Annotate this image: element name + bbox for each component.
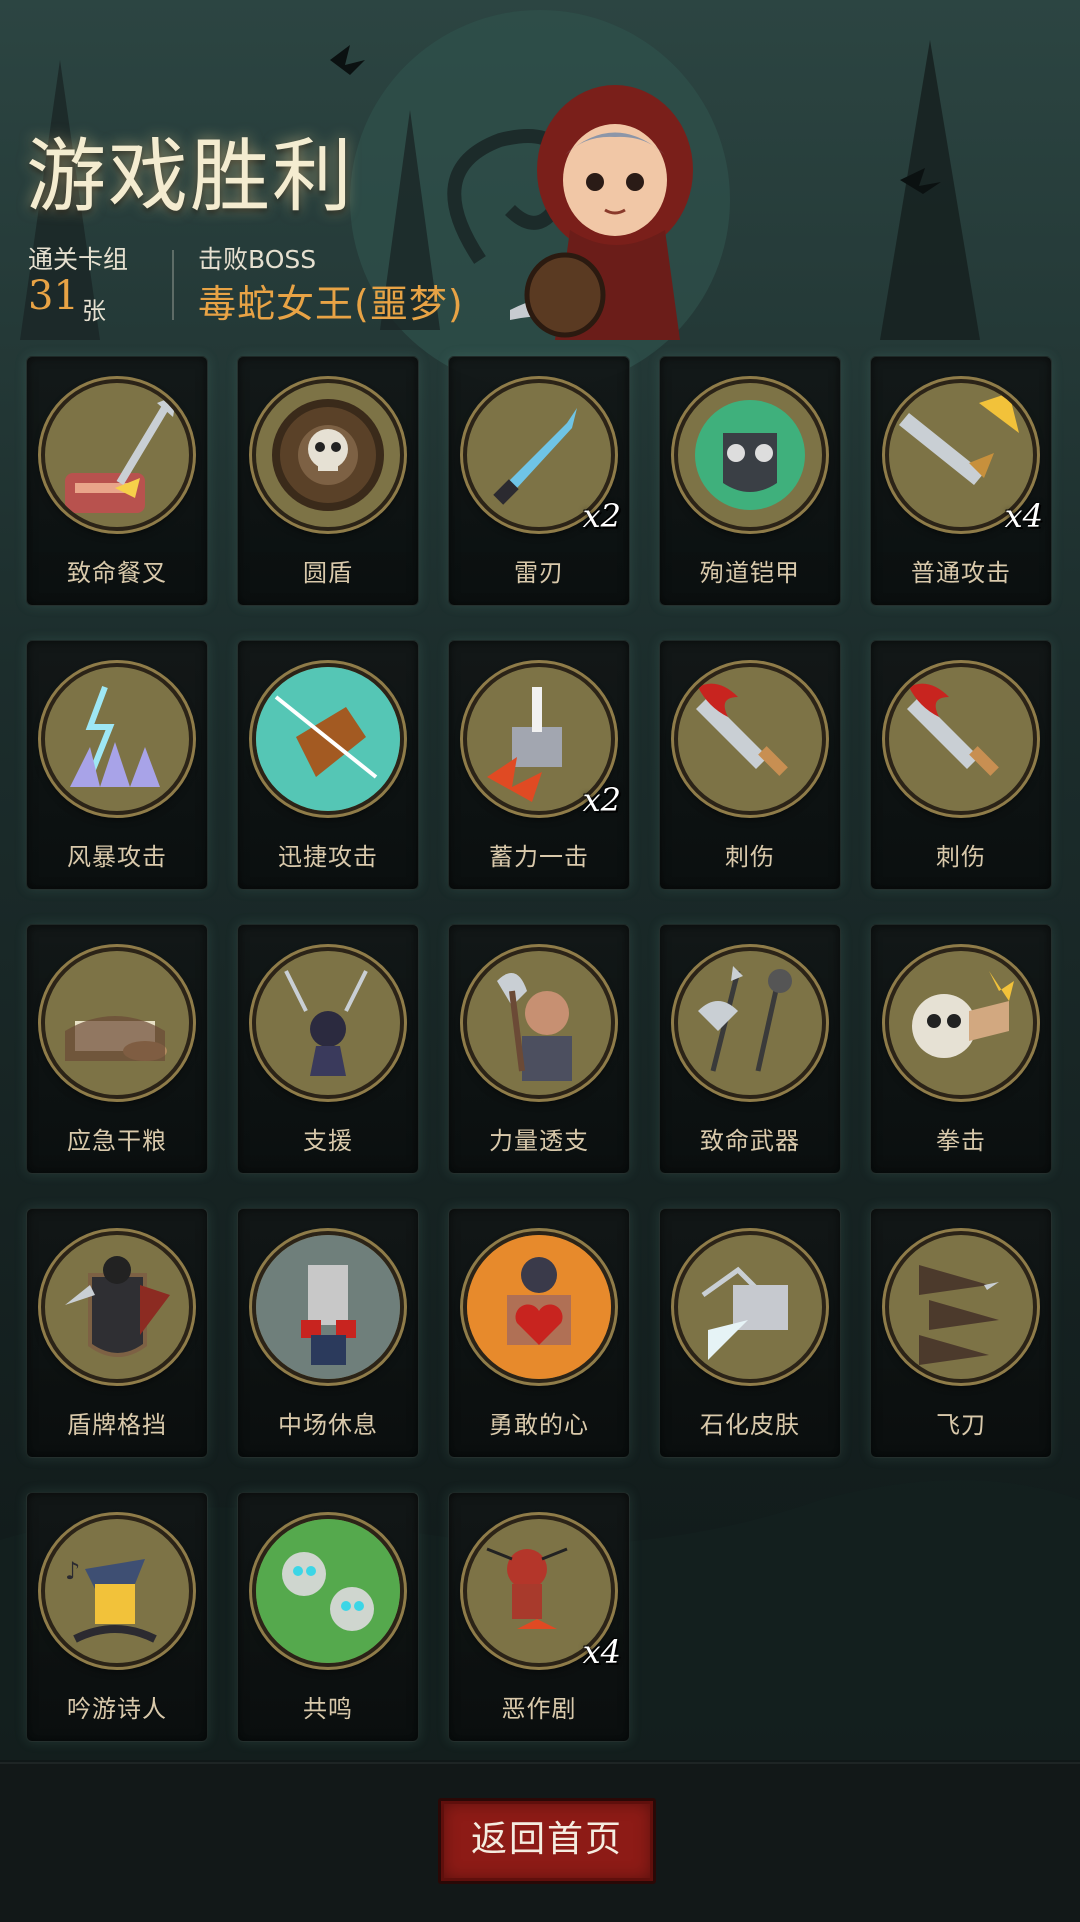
deck-card[interactable]: 共鸣 bbox=[237, 1492, 419, 1742]
storm-icon bbox=[41, 663, 193, 815]
round-shield-icon bbox=[252, 379, 404, 531]
card-name: 蓄力一击 bbox=[489, 843, 589, 871]
hero-character-illustration bbox=[510, 85, 693, 340]
deck-card[interactable]: x2 雷刃 bbox=[448, 356, 630, 606]
fork-icon bbox=[41, 379, 193, 531]
stat-divider bbox=[172, 250, 174, 320]
support-icon bbox=[252, 947, 404, 1099]
card-name: 刺伤 bbox=[936, 843, 986, 871]
card-name: 圆盾 bbox=[303, 559, 353, 587]
card-name: 力量透支 bbox=[489, 1127, 589, 1155]
deck-card[interactable]: 拳击 bbox=[870, 924, 1052, 1174]
martyr-armor-icon bbox=[674, 379, 826, 531]
brave-heart-icon bbox=[463, 1231, 615, 1383]
deck-unit: 张 bbox=[82, 297, 106, 325]
svg-text:♪: ♪ bbox=[65, 1557, 80, 1585]
deck-card[interactable]: 支援 bbox=[237, 924, 419, 1174]
card-name: 中场休息 bbox=[278, 1411, 378, 1439]
deck-card[interactable]: 致命武器 bbox=[659, 924, 841, 1174]
deck-card[interactable]: 应急干粮 bbox=[26, 924, 208, 1174]
card-name: 致命餐叉 bbox=[67, 559, 167, 587]
card-name: 吟游诗人 bbox=[67, 1695, 167, 1723]
deck-card[interactable]: 刺伤 bbox=[659, 640, 841, 890]
deck-card[interactable]: x4 恶作剧 bbox=[448, 1492, 630, 1742]
deck-count: 31 bbox=[28, 273, 79, 319]
deck-card[interactable]: 圆盾 bbox=[237, 356, 419, 606]
card-name: 支援 bbox=[303, 1127, 353, 1155]
deck-card[interactable]: 力量透支 bbox=[448, 924, 630, 1174]
deck-card[interactable]: 勇敢的心 bbox=[448, 1208, 630, 1458]
axe-man-icon bbox=[463, 947, 615, 1099]
card-name: 拳击 bbox=[936, 1127, 986, 1155]
deck-card[interactable]: 飞刀 bbox=[870, 1208, 1052, 1458]
card-name: 共鸣 bbox=[303, 1695, 353, 1723]
punch-skull-icon bbox=[885, 947, 1037, 1099]
card-name: 雷刃 bbox=[514, 559, 564, 587]
boss-label: 击败BOSS bbox=[198, 245, 317, 274]
card-name: 应急干粮 bbox=[67, 1127, 167, 1155]
deck-card[interactable]: 石化皮肤 bbox=[659, 1208, 841, 1458]
resonance-skulls-icon bbox=[252, 1515, 404, 1667]
card-count-badge: x2 bbox=[582, 497, 621, 535]
footer-bar: 返回首页 bbox=[0, 1762, 1080, 1922]
shield-knight-icon bbox=[41, 1231, 193, 1383]
boss-name: 毒蛇女王(噩梦) bbox=[198, 282, 464, 326]
card-name: 风暴攻击 bbox=[67, 843, 167, 871]
deck-card[interactable]: 致命餐叉 bbox=[26, 356, 208, 606]
card-name: 恶作剧 bbox=[501, 1695, 577, 1723]
victory-header: 游戏胜利 通关卡组 31 张 击败BOSS 毒蛇女王(噩梦) bbox=[0, 0, 1080, 345]
rations-icon bbox=[41, 947, 193, 1099]
deck-card[interactable]: 刺伤 bbox=[870, 640, 1052, 890]
bloody-dagger-icon bbox=[885, 663, 1037, 815]
card-name: 飞刀 bbox=[936, 1411, 986, 1439]
card-name: 殉道铠甲 bbox=[700, 559, 800, 587]
deck-card[interactable]: 盾牌格挡 bbox=[26, 1208, 208, 1458]
card-name: 刺伤 bbox=[725, 843, 775, 871]
boxer-rest-icon bbox=[252, 1231, 404, 1383]
return-home-button[interactable]: 返回首页 bbox=[438, 1798, 656, 1884]
card-name: 石化皮肤 bbox=[700, 1411, 800, 1439]
deck-card[interactable]: x4 普通攻击 bbox=[870, 356, 1052, 606]
card-count-badge: x4 bbox=[582, 1633, 621, 1671]
stone-fist-icon bbox=[674, 1231, 826, 1383]
card-name: 迅捷攻击 bbox=[278, 843, 378, 871]
bard-icon: ♪ bbox=[41, 1515, 193, 1667]
card-count-badge: x4 bbox=[1004, 497, 1043, 535]
card-name: 勇敢的心 bbox=[489, 1411, 589, 1439]
deck-card[interactable]: x2 蓄力一击 bbox=[448, 640, 630, 890]
card-name: 普通攻击 bbox=[911, 559, 1011, 587]
card-name: 致命武器 bbox=[700, 1127, 800, 1155]
card-count-badge: x2 bbox=[582, 781, 621, 819]
weapons-icon bbox=[674, 947, 826, 1099]
deck-card[interactable]: 殉道铠甲 bbox=[659, 356, 841, 606]
swift-strike-icon bbox=[252, 663, 404, 815]
bloody-dagger-icon bbox=[674, 663, 826, 815]
deck-card[interactable]: ♪ 吟游诗人 bbox=[26, 1492, 208, 1742]
card-name: 盾牌格挡 bbox=[67, 1411, 167, 1439]
throwing-knives-icon bbox=[885, 1231, 1037, 1383]
victory-title: 游戏胜利 bbox=[26, 130, 354, 223]
deck-card[interactable]: 风暴攻击 bbox=[26, 640, 208, 890]
deck-card[interactable]: 迅捷攻击 bbox=[237, 640, 419, 890]
deck-label: 通关卡组 bbox=[28, 245, 129, 274]
deck-card[interactable]: 中场休息 bbox=[237, 1208, 419, 1458]
